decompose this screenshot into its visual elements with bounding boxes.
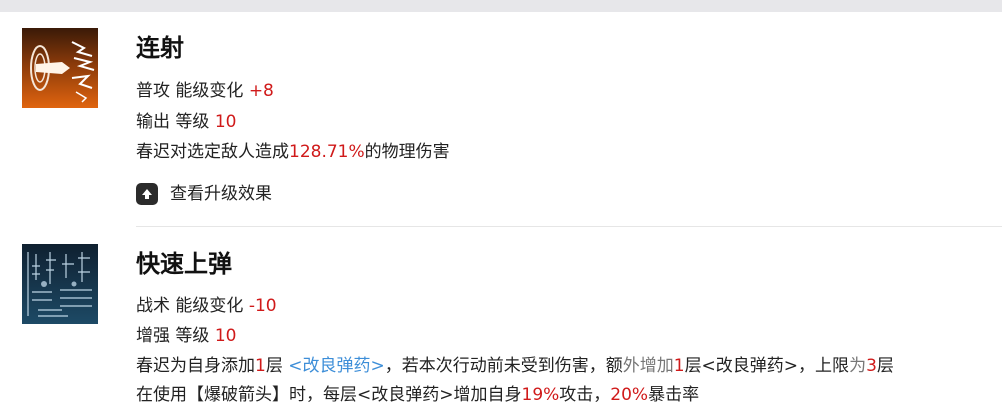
damage-percent: 128.71% (289, 142, 365, 162)
rapid-fire-skill-icon (22, 28, 98, 108)
skill-type-line: 普攻 能级变化 +8 (136, 80, 274, 102)
energy-change-value: +8 (248, 81, 274, 101)
crit-bonus: 20% (610, 385, 649, 405)
stack-count: 1 (255, 356, 266, 376)
quick-reload-skill-icon (22, 244, 98, 324)
view-upgrade-label: 查看升级效果 (170, 184, 272, 204)
skill-title: 连射 (136, 34, 184, 62)
skill-level-value: 10 (214, 326, 237, 346)
skill-title: 快速上弹 (136, 250, 232, 278)
top-bar (0, 0, 1002, 12)
stack-count: 1 (673, 356, 685, 376)
desc-text: 暴击率 (648, 385, 700, 405)
desc-text: 层 (876, 356, 894, 376)
desc-text: 层 (265, 356, 289, 376)
desc-text: 外增加 (622, 356, 674, 376)
skill-level-text: 输出 等级 (136, 112, 215, 132)
improved-ammo-link[interactable]: <改良弹药> (288, 356, 385, 376)
attack-bonus: 19% (521, 385, 560, 405)
desc-text: 春迟对选定敌人造成 (136, 142, 289, 162)
desc-text: 的物理伤害 (364, 142, 450, 162)
arrow-up-icon (136, 183, 158, 205)
divider (136, 226, 1002, 227)
desc-text: 在使用【爆破箭头】时，每层<改良弹药>增加自身 (136, 385, 522, 405)
skill-type-text: 普攻 能级变化 (136, 81, 249, 101)
skill-description-line-1: 春迟为自身添加1层 <改良弹药>，若本次行动前未受到伤害，额外增加1层<改良弹药… (136, 355, 894, 377)
skill-level-line: 输出 等级 10 (136, 111, 236, 133)
skill-description-line-2: 在使用【爆破箭头】时，每层<改良弹药>增加自身19%攻击，20%暴击率 (136, 384, 699, 406)
stack-limit: 3 (866, 356, 877, 376)
skill-level-line: 增强 等级 10 (136, 325, 236, 347)
desc-text: 层<改良弹药>，上限 (684, 356, 850, 376)
view-upgrade-button[interactable]: 查看升级效果 (136, 183, 272, 205)
skill-level-text: 增强 等级 (136, 326, 215, 346)
skill-level-value: 10 (214, 112, 237, 132)
desc-text: 春迟为自身添加 (136, 356, 255, 376)
skill-type-line: 战术 能级变化 -10 (136, 295, 277, 317)
desc-text: 为 (849, 356, 867, 376)
desc-text: 攻击， (559, 385, 611, 405)
skill-type-text: 战术 能级变化 (136, 296, 249, 316)
desc-text: ，若本次行动前未受到伤害，额 (384, 356, 623, 376)
energy-change-value: -10 (248, 296, 277, 316)
skill-description: 春迟对选定敌人造成128.71%的物理伤害 (136, 141, 450, 163)
